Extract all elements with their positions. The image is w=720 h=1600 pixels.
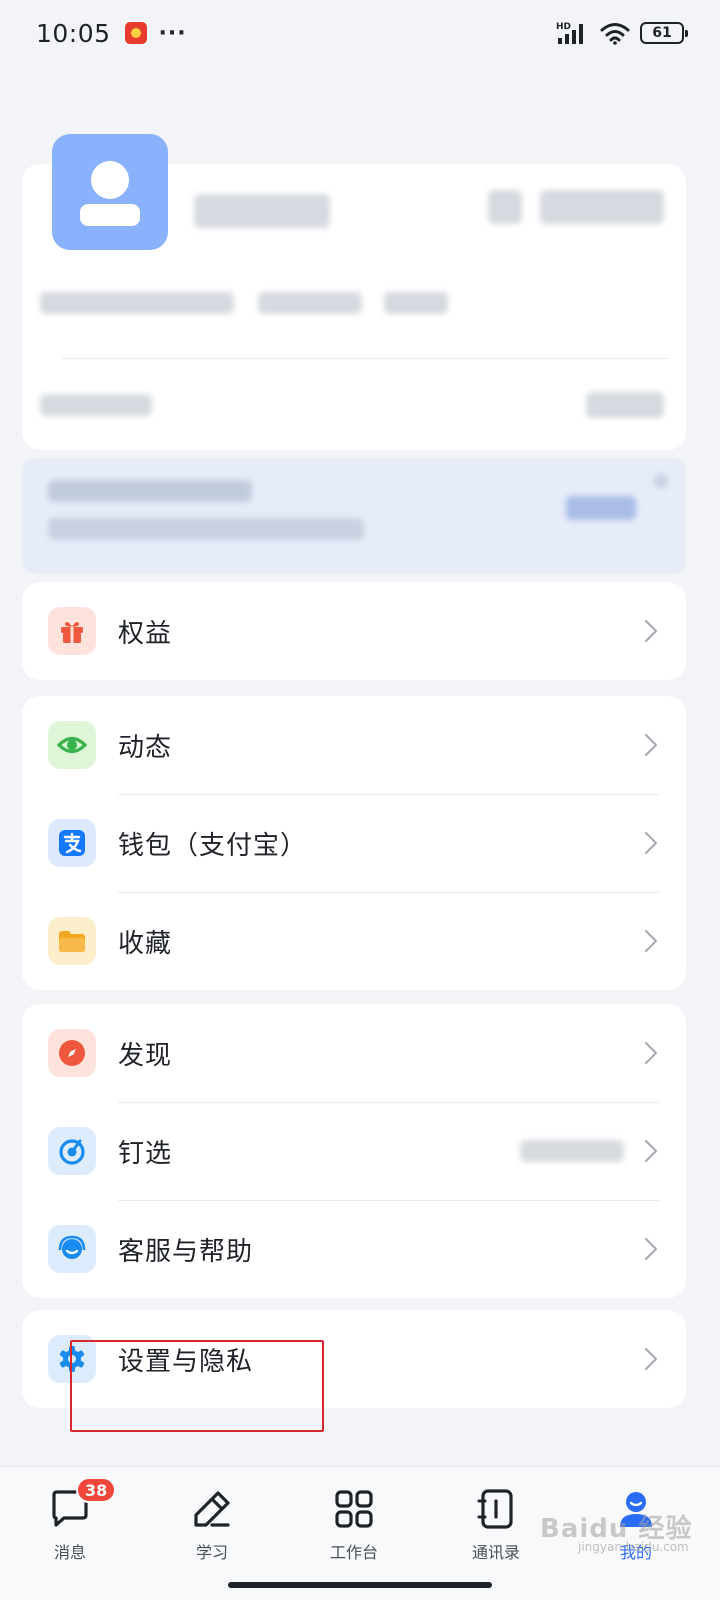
grid-icon	[332, 1487, 376, 1531]
menu-item-benefits[interactable]: 权益	[22, 582, 686, 680]
menu-item-moments[interactable]: 动态	[22, 696, 686, 794]
tab-label-workbench: 工作台	[329, 1543, 378, 1562]
home-indicator[interactable]	[228, 1582, 492, 1588]
eye-icon	[48, 721, 96, 769]
blurred-organization	[40, 292, 234, 314]
message-icon: 38	[48, 1477, 117, 1531]
menu-group-benefits: 权益	[22, 582, 686, 680]
menu-label-settings-privacy: 设置与隐私	[118, 1346, 254, 1377]
blurred-tag	[384, 292, 448, 314]
battery-level: 61	[652, 25, 672, 41]
profile-divider	[62, 358, 670, 359]
blurred-info	[40, 394, 152, 416]
blurred-user-name	[194, 194, 330, 228]
blurred-button[interactable]	[540, 190, 664, 224]
blurred-pinned-detail	[520, 1140, 624, 1162]
menu-label-wallet: 钱包（支付宝）	[118, 830, 308, 861]
chevron-right-icon	[644, 1041, 658, 1065]
status-bar: 10:05 ··· HD 61	[0, 0, 720, 66]
menu-item-discover[interactable]: 发现	[22, 1004, 686, 1102]
blurred-badge	[488, 190, 522, 224]
pin-target-icon	[48, 1127, 96, 1175]
menu-label-moments: 动态	[118, 732, 173, 763]
user-silhouette-icon	[80, 161, 140, 226]
unread-badge: 38	[76, 1477, 117, 1503]
profile-screen: 10:05 ··· HD 61 权益 动态 钱包（支付宝） 收藏 发现 钉选 客…	[0, 0, 720, 1600]
status-indicators: HD 61	[556, 20, 688, 46]
menu-label-pinned: 钉选	[118, 1138, 173, 1169]
contacts-icon	[474, 1487, 518, 1531]
status-time: 10:05	[36, 18, 111, 48]
network-type: HD	[556, 22, 571, 32]
headset-icon	[48, 1225, 96, 1273]
tab-label-messages: 消息	[53, 1543, 86, 1562]
menu-item-wallet[interactable]: 钱包（支付宝）	[22, 794, 686, 892]
tab-label-learning: 学习	[195, 1543, 228, 1562]
avatar[interactable]	[52, 134, 168, 250]
chevron-right-icon	[644, 831, 658, 855]
menu-item-pinned[interactable]: 钉选	[22, 1102, 686, 1200]
blurred-status	[258, 292, 362, 314]
menu-label-benefits: 权益	[118, 618, 173, 649]
blurred-notice-title	[48, 480, 252, 502]
notice-close-icon[interactable]	[654, 474, 668, 488]
menu-item-settings-privacy[interactable]: 设置与隐私	[22, 1310, 686, 1408]
menu-group-personal: 动态 钱包（支付宝） 收藏	[22, 696, 686, 990]
menu-item-favorites[interactable]: 收藏	[22, 892, 686, 990]
chevron-right-icon	[644, 1237, 658, 1261]
notice-card[interactable]	[22, 458, 686, 574]
battery-icon: 61	[640, 22, 688, 44]
more-notifications-icon: ···	[158, 20, 187, 46]
wifi-icon	[600, 23, 630, 45]
blurred-action[interactable]	[586, 392, 664, 418]
compass-icon	[48, 1029, 96, 1077]
blurred-notice-desc	[48, 518, 364, 540]
tab-learning[interactable]: 学习	[162, 1487, 262, 1563]
gear-icon	[48, 1335, 96, 1383]
tab-workbench[interactable]: 工作台	[304, 1487, 404, 1563]
signal-icon: HD	[556, 22, 583, 44]
chevron-right-icon	[644, 1139, 658, 1163]
menu-label-discover: 发现	[118, 1040, 173, 1071]
menu-item-support[interactable]: 客服与帮助	[22, 1200, 686, 1298]
notification-app-icon	[124, 22, 147, 44]
chevron-right-icon	[644, 733, 658, 757]
menu-group-services: 发现 钉选 客服与帮助	[22, 1004, 686, 1298]
blurred-notice-button[interactable]	[566, 496, 636, 520]
menu-group-settings: 设置与隐私	[22, 1310, 686, 1408]
menu-label-support: 客服与帮助	[118, 1236, 254, 1267]
alipay-icon	[48, 819, 96, 867]
tab-contacts[interactable]: 通讯录	[446, 1487, 546, 1563]
menu-label-favorites: 收藏	[118, 928, 173, 959]
gift-icon	[48, 607, 96, 655]
chevron-right-icon	[644, 1347, 658, 1371]
chevron-right-icon	[644, 929, 658, 953]
tab-messages[interactable]: 38 消息	[20, 1477, 120, 1563]
folder-icon	[48, 917, 96, 965]
watermark-url: jingyan.baidu.com	[578, 1540, 689, 1554]
chevron-right-icon	[644, 619, 658, 643]
tab-label-contacts: 通讯录	[471, 1543, 520, 1562]
pencil-icon	[190, 1487, 234, 1531]
